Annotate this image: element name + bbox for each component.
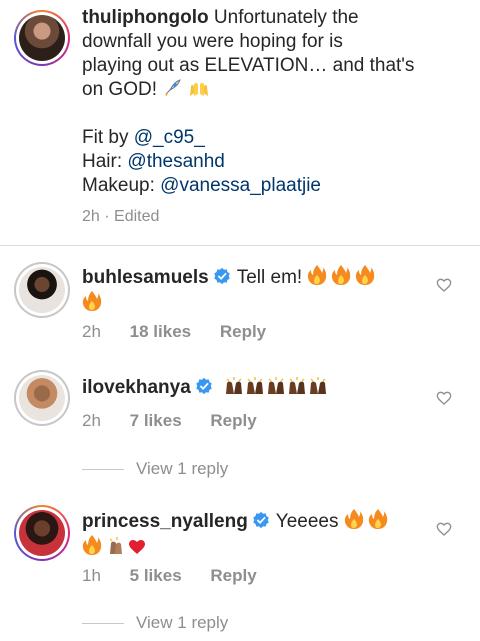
clapping-hands-icon: [109, 537, 122, 554]
red-heart-icon: [129, 540, 145, 554]
divider: [0, 245, 480, 246]
verified-badge-icon: [196, 377, 212, 395]
comment-time: 2h: [82, 322, 101, 341]
caption-line: playing out as ELEVATION… and that's: [82, 55, 415, 76]
reply-button[interactable]: Reply: [220, 322, 266, 342]
raised-hands-icon: [247, 377, 264, 394]
fire-icon: [356, 265, 375, 285]
raised-hands-icon: [268, 377, 285, 394]
caption-username[interactable]: thuliphongolo: [82, 7, 209, 28]
caption-line: downfall you were hoping for is: [82, 31, 343, 52]
like-heart-icon[interactable]: [436, 521, 452, 537]
comment-time: 2h: [82, 411, 101, 430]
verified-badge-icon: [213, 267, 230, 285]
raised-hands-icon: [188, 79, 210, 100]
view-replies-button[interactable]: View 1 reply: [82, 613, 228, 633]
mention-fit[interactable]: @_c95_: [134, 127, 205, 148]
raised-hands-icon: [310, 377, 327, 394]
comment-username[interactable]: ilovekhanya: [82, 377, 191, 398]
verified-badge-icon: [253, 511, 269, 529]
fire-icon: [368, 509, 387, 529]
caption-line: on GOD!: [82, 79, 157, 100]
mention-makeup[interactable]: @vanessa_plaatjie: [160, 175, 321, 196]
reply-line: [82, 623, 124, 625]
comment-likes[interactable]: 5 likes: [130, 566, 182, 586]
raised-hands-icon: [226, 377, 243, 394]
comment-text: princess_nyalleng Yeeees: [82, 508, 422, 560]
caption-text: thuliphongolo Unfortunately the downfall…: [82, 6, 472, 198]
view-replies-label[interactable]: View 1 reply: [136, 459, 228, 478]
view-replies-button[interactable]: View 1 reply: [82, 459, 228, 479]
raised-hands-icon: [289, 377, 306, 394]
like-heart-icon[interactable]: [436, 390, 452, 406]
caption-line: Unfortunately the: [213, 7, 359, 28]
comment-body: Tell em!: [236, 267, 303, 288]
caption-avatar[interactable]: [14, 10, 70, 66]
comment-meta: 2h 7 likes Reply: [82, 411, 281, 431]
view-replies-label[interactable]: View 1 reply: [136, 613, 228, 632]
fit-label: Fit by: [82, 127, 129, 148]
fire-icon: [332, 265, 351, 285]
fire-icon: [308, 265, 327, 285]
post-caption: thuliphongolo Unfortunately the downfall…: [0, 0, 480, 245]
comment-meta: 2h 18 likes Reply: [82, 322, 290, 342]
comment-likes[interactable]: 18 likes: [130, 322, 191, 342]
fire-icon: [344, 509, 363, 529]
fire-icon: [82, 291, 102, 311]
comment-username[interactable]: buhlesamuels: [82, 267, 209, 288]
rocket-icon: [162, 79, 187, 100]
comment-body: Yeeees: [275, 511, 339, 532]
caption-meta: 2h · Edited: [82, 208, 160, 225]
reply-button[interactable]: Reply: [210, 566, 256, 586]
reply-button[interactable]: Reply: [210, 411, 256, 431]
comment-username[interactable]: princess_nyalleng: [82, 511, 248, 532]
comment-avatar[interactable]: [14, 262, 70, 318]
like-heart-icon[interactable]: [436, 277, 452, 293]
comment-avatar[interactable]: [14, 505, 70, 561]
comment-time: 1h: [82, 566, 101, 585]
mention-hair[interactable]: @thesanhd: [127, 151, 224, 172]
makeup-label: Makeup:: [82, 175, 155, 196]
comment-meta: 1h 5 likes Reply: [82, 566, 281, 586]
comment-text: ilovekhanya: [82, 376, 422, 400]
comment-avatar[interactable]: [14, 370, 70, 426]
reply-line: [82, 469, 124, 471]
comment-likes[interactable]: 7 likes: [130, 411, 182, 431]
comment-text: buhlesamuels Tell em!: [82, 264, 422, 316]
fire-icon: [82, 535, 102, 555]
hair-label: Hair:: [82, 151, 123, 172]
clapping-hands-icons: [224, 377, 329, 398]
